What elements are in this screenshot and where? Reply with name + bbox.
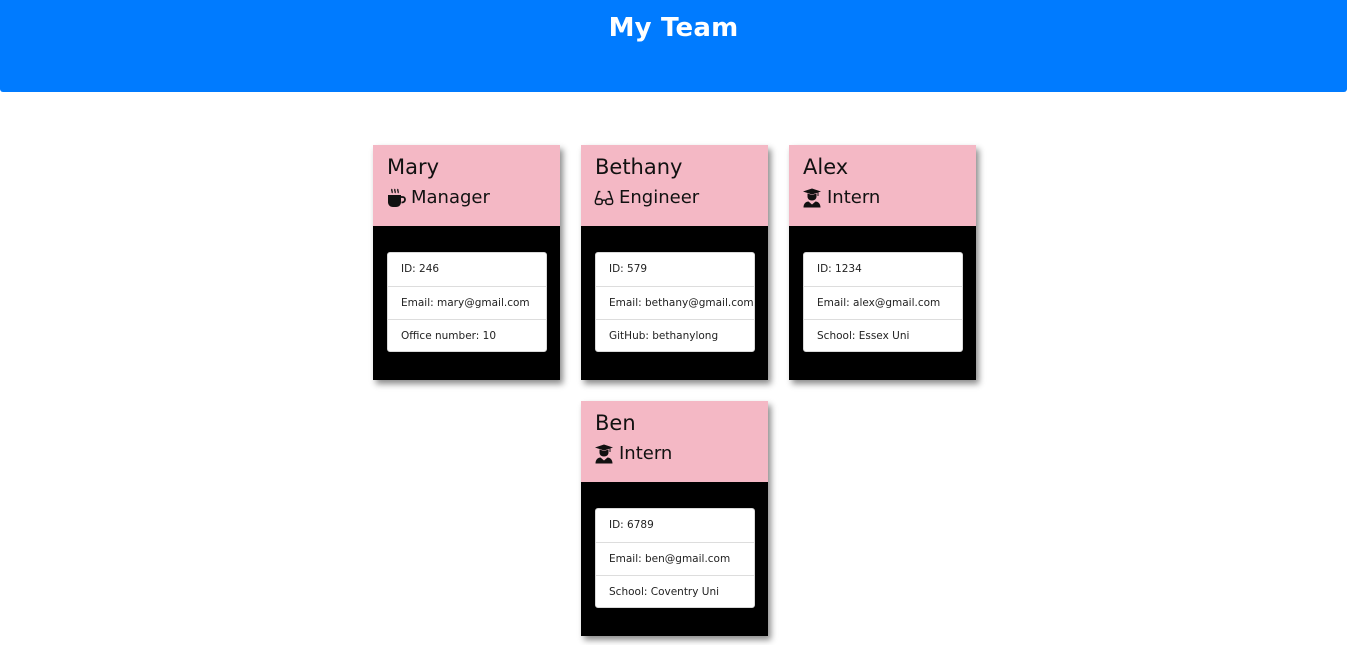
page-header: My Team [0, 0, 1347, 92]
employee-card-mary: Mary Manager ID: 246 Email: mary@gmail.c… [373, 145, 560, 380]
employee-github-link[interactable]: GitHub: bethanylong [596, 319, 754, 352]
employee-role: Intern [594, 441, 672, 467]
employee-school: School: Coventry Uni [596, 575, 754, 608]
employee-school: School: Essex Uni [804, 319, 962, 352]
employee-role: Engineer [594, 185, 699, 211]
employee-email-link[interactable]: Email: ben@gmail.com [596, 542, 754, 575]
card-header: Mary Manager [373, 145, 560, 226]
role-label: Manager [411, 187, 490, 208]
coffee-icon [386, 188, 411, 208]
employee-info-list: ID: 1234 Email: alex@gmail.com School: E… [803, 252, 963, 352]
employee-info-list: ID: 579 Email: bethany@gmail.com GitHub:… [595, 252, 755, 352]
employee-id: ID: 579 [609, 263, 648, 275]
page-title: My Team [608, 13, 739, 43]
glasses-icon [594, 188, 619, 208]
graduate-icon [594, 444, 619, 464]
role-label: Intern [619, 443, 673, 464]
role-label: Intern [827, 187, 881, 208]
employee-email-link[interactable]: Email: alex@gmail.com [804, 286, 962, 319]
employee-card-bethany: Bethany Engineer ID: 579 Email: bethany@… [581, 145, 768, 380]
employee-id: ID: 1234 [817, 263, 862, 275]
employee-card-alex: Alex Intern ID: 1234 Email: alex@gmail.c… [789, 145, 976, 380]
employee-role: Intern [802, 185, 880, 211]
card-header: Alex Intern [789, 145, 976, 226]
employee-name: Ben [595, 411, 636, 435]
employee-office-number: Office number: 10 [388, 319, 546, 352]
employee-id: ID: 6789 [609, 519, 654, 531]
employee-id: ID: 246 [401, 263, 440, 275]
employee-name: Alex [803, 155, 849, 179]
graduate-icon [802, 188, 827, 208]
employee-name: Mary [387, 155, 440, 179]
card-header: Bethany Engineer [581, 145, 768, 226]
employee-info-list: ID: 246 Email: mary@gmail.com Office num… [387, 252, 547, 352]
employee-email-link[interactable]: Email: bethany@gmail.com [596, 286, 754, 319]
employee-email-link[interactable]: Email: mary@gmail.com [388, 286, 546, 319]
employee-card-ben: Ben Intern ID: 6789 Email: ben@gmail.com… [581, 401, 768, 636]
employee-name: Bethany [595, 155, 683, 179]
card-header: Ben Intern [581, 401, 768, 482]
employee-role: Manager [386, 185, 490, 211]
role-label: Engineer [619, 187, 700, 208]
employee-info-list: ID: 6789 Email: ben@gmail.com School: Co… [595, 508, 755, 608]
